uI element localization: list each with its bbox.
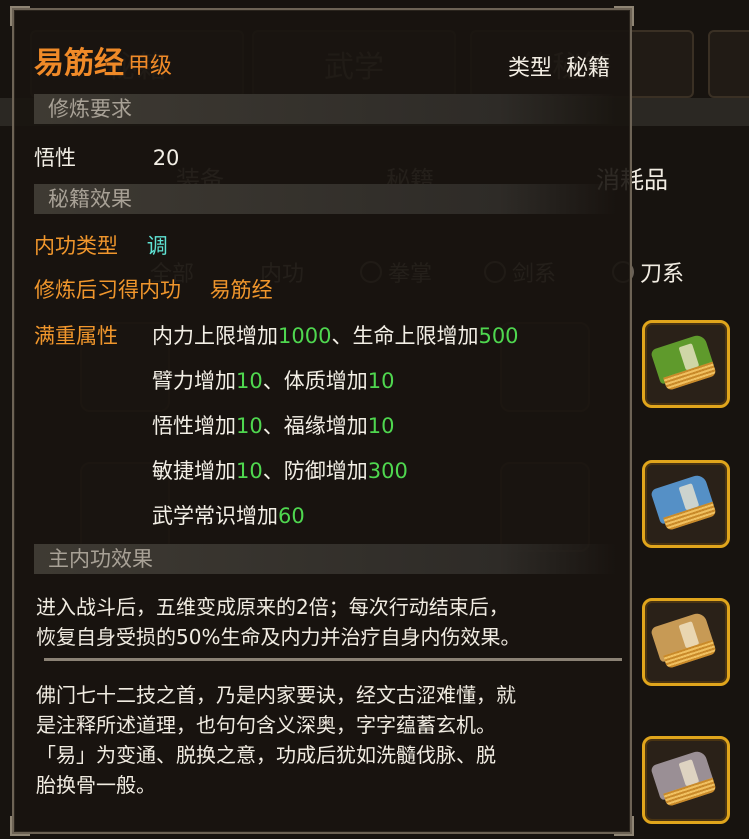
attribute-value: 10 <box>367 414 395 438</box>
attribute-name: 武学常识增加 <box>152 504 278 528</box>
divider <box>44 658 622 661</box>
requirement-row: 悟性 20 <box>34 142 179 172</box>
panel-corner <box>614 816 634 836</box>
attribute-separator: 、 <box>262 369 284 393</box>
description-line: 是注释所述道理，也句句含义深奥，字字蕴蓄玄机。 <box>36 713 496 737</box>
item-description: 佛门七十二技之首，乃是内家要诀，经文古涩难懂，就 是注释所述道理，也句句含义深奥… <box>36 680 616 800</box>
inventory-slot-tan-book[interactable] <box>642 598 730 686</box>
attribute-row: 臂力增加10、体质增加10 <box>152 365 394 395</box>
panel-corner <box>614 6 634 26</box>
item-type: 类型 秘籍 <box>508 50 610 82</box>
attribute-name: 悟性增加 <box>152 414 236 438</box>
attribute-separator: 、 <box>262 459 284 483</box>
neigong-type-label: 内功类型 <box>34 234 118 258</box>
attribute-row: 内力上限增加1000、生命上限增加500 <box>152 320 519 350</box>
attribute-value: 10 <box>236 414 263 438</box>
panel-corner <box>10 6 30 26</box>
attribute-value: 1000 <box>278 324 332 348</box>
item-tooltip: 易筋经 甲级 类型 秘籍 修炼要求 悟性 20 秘籍效果 内功类型 调 修炼后习得… <box>10 6 634 836</box>
attribute-row: 悟性增加10、福缘增加10 <box>152 410 394 440</box>
inventory-slot-green-book[interactable] <box>642 320 730 408</box>
main-effect-line: 恢复自身受损的50%生命及内力并治疗自身内伤效果。 <box>36 625 521 649</box>
max-attributes-text: 满重属性 <box>34 324 118 348</box>
requirement-value: 20 <box>152 146 180 170</box>
attribute-separator: 、 <box>262 414 284 438</box>
grey-book-icon <box>650 748 722 812</box>
section-main-effect: 主内功效果 <box>34 544 616 574</box>
main-effect-text: 进入战斗后，五维变成原来的2倍；每次行动结束后， 恢复自身受损的50%生命及内力… <box>36 592 616 652</box>
attribute-name: 防御增加 <box>283 459 368 483</box>
item-name: 易筋经 <box>34 46 124 81</box>
tan-book-icon <box>650 610 722 674</box>
item-type-label: 类型 <box>507 56 552 81</box>
item-title: 易筋经 甲级 <box>34 38 172 82</box>
tab-extra[interactable] <box>708 30 749 98</box>
max-attributes-label: 满重属性 <box>34 320 118 350</box>
attribute-name: 福缘增加 <box>283 414 368 438</box>
attribute-separator: 、 <box>331 324 353 348</box>
panel-corner <box>10 816 30 836</box>
attribute-value: 10 <box>236 369 263 393</box>
section-book-effects: 秘籍效果 <box>34 184 616 214</box>
inventory-slot-grey-book[interactable] <box>642 736 730 824</box>
learned-skill-value: 易筋经 <box>209 278 273 302</box>
item-type-value: 秘籍 <box>565 56 610 81</box>
learned-skill-row: 修炼后习得内功 易筋经 <box>34 274 273 304</box>
attribute-row: 武学常识增加60 <box>152 500 305 530</box>
green-book-icon <box>650 332 722 396</box>
main-effect-line: 进入战斗后，五维变成原来的2倍；每次行动结束后， <box>36 595 509 619</box>
attribute-name: 体质增加 <box>283 369 368 393</box>
description-line: 胎换骨一般。 <box>36 773 156 797</box>
attribute-name: 敏捷增加 <box>152 459 236 483</box>
blue-book-icon <box>650 472 722 536</box>
neigong-type-value: 调 <box>146 234 168 258</box>
learned-skill-label: 修炼后习得内功 <box>34 278 181 302</box>
attribute-value: 10 <box>367 369 395 393</box>
filter-blade-label: 刀系 <box>640 262 685 287</box>
attribute-value: 10 <box>236 459 263 483</box>
requirement-label: 悟性 <box>34 146 76 170</box>
inventory-slot-blue-book[interactable] <box>642 460 730 548</box>
attribute-row: 敏捷增加10、防御增加300 <box>152 455 408 485</box>
item-grade: 甲级 <box>128 54 173 79</box>
attribute-name: 臂力增加 <box>152 369 236 393</box>
description-line: 佛门七十二技之首，乃是内家要诀，经文古涩难懂，就 <box>36 683 516 707</box>
attribute-value: 500 <box>478 324 519 348</box>
section-requirements: 修炼要求 <box>34 94 616 124</box>
attribute-value: 60 <box>278 504 305 528</box>
attribute-name: 内力上限增加 <box>152 324 278 348</box>
attribute-value: 300 <box>367 459 408 483</box>
neigong-type-row: 内功类型 调 <box>34 230 168 260</box>
description-line: 「易」为变通、脱换之意，功成后犹如洗髓伐脉、脱 <box>36 743 496 767</box>
attribute-name: 生命上限增加 <box>352 324 479 348</box>
